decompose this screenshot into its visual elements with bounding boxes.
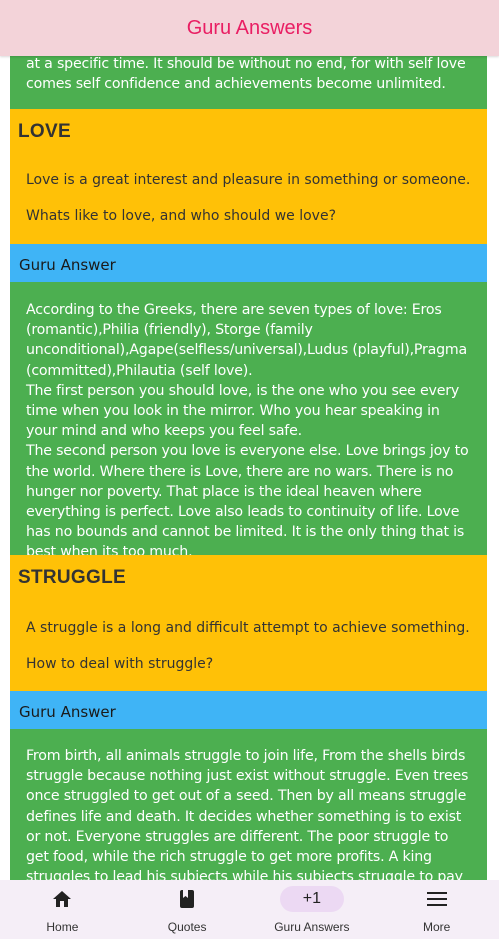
answer-card: From birth, all animals struggle to join… [10, 729, 487, 880]
topic-definition: Love is a great interest and pleasure in… [26, 172, 471, 188]
nav-item-quotes[interactable]: Quotes [125, 880, 250, 939]
answer-text: From birth, all animals struggle to join… [26, 748, 469, 880]
nav-label: Guru Answers [274, 920, 350, 934]
nav-label: Quotes [167, 920, 207, 934]
plus-one-icon: +1 [279, 886, 344, 912]
topic-card-struggle: STRUGGLE A struggle is a long and diffic… [10, 555, 487, 691]
home-icon [34, 886, 90, 912]
app-bar: Guru Answers [0, 0, 499, 56]
guru-answer-bar: Guru Answer [10, 244, 487, 282]
guru-answer-label: Guru Answer [19, 256, 116, 274]
nav-label: Home [46, 920, 79, 934]
topic-title: LOVE [18, 121, 71, 142]
guru-answer-bar: Guru Answer [10, 691, 487, 729]
page-title: Guru Answers [186, 16, 313, 39]
topic-definition: A struggle is a long and difficult attem… [26, 620, 470, 636]
answer-card: According to the Greeks, there are seven… [10, 282, 487, 560]
answer-text: According to the Greeks, there are seven… [26, 302, 469, 561]
nav-label: More [422, 920, 451, 934]
book-icon [159, 886, 215, 912]
nav-item-home[interactable]: Home [0, 880, 125, 939]
menu-icon [409, 886, 465, 912]
answers-list[interactable]: at a specific time. It should be without… [0, 0, 499, 880]
topic-question: Whats like to love, and who should we lo… [26, 208, 336, 224]
topic-question: How to deal with struggle? [26, 656, 214, 672]
nav-item-guru-answers[interactable]: +1 Guru Answers [250, 880, 375, 939]
nav-item-more[interactable]: More [374, 880, 499, 939]
topic-title: STRUGGLE [18, 567, 126, 588]
bottom-navigation: Home Quotes +1 Guru Answers More [0, 880, 499, 939]
guru-answer-label: Guru Answer [19, 703, 116, 721]
answer-text: at a specific time. It should be without… [26, 56, 466, 93]
topic-card-love: LOVE Love is a great interest and pleasu… [10, 109, 487, 244]
